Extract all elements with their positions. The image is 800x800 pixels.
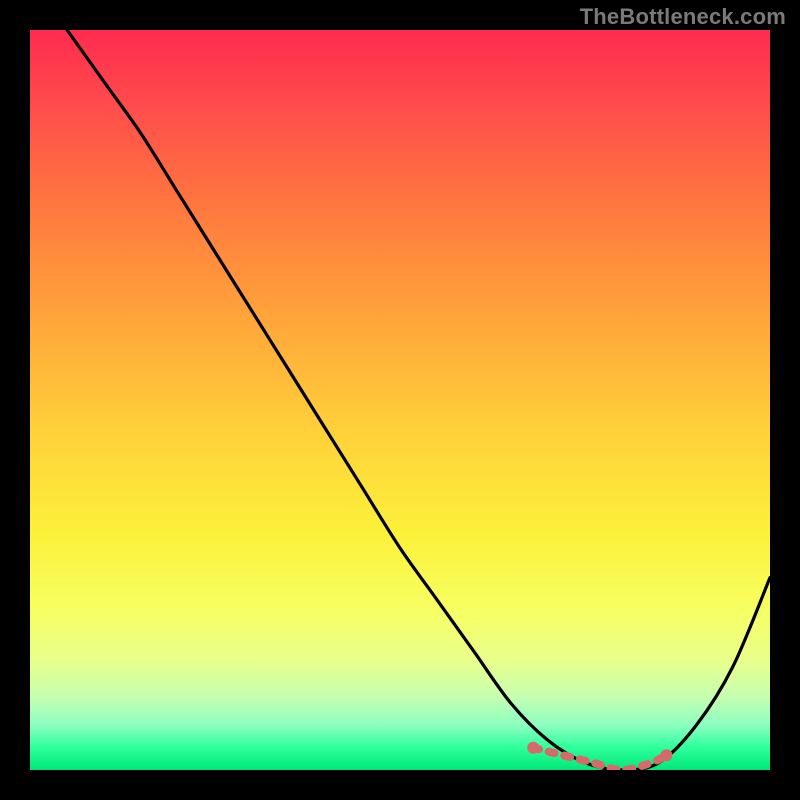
optimal-zone-endpoint <box>660 749 672 761</box>
chart-frame: TheBottleneck.com <box>0 0 800 800</box>
optimal-zone-endpoint <box>527 742 539 754</box>
curve-svg <box>30 30 770 770</box>
plot-area <box>30 30 770 770</box>
optimal-zone-highlight <box>533 748 666 770</box>
watermark-text: TheBottleneck.com <box>580 4 786 30</box>
bottleneck-curve <box>67 30 770 770</box>
optimal-zone-dots <box>527 742 672 761</box>
